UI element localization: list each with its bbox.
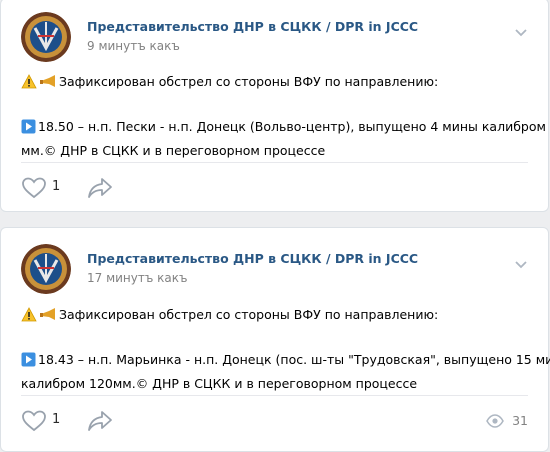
- post-line-1: Зафиксирован обстрел со стороны ВФУ по н…: [59, 74, 439, 89]
- post-card: Представительство ДНР в СЦКК / DPR in JC…: [0, 227, 550, 452]
- post-card: Представительство ДНР в СЦКК / DPR in JC…: [0, 0, 550, 212]
- post-line-2: 18.50 – н.п. Пески - н.п. Донецк (Вольво…: [38, 119, 550, 134]
- chevron-down-icon[interactable]: [514, 254, 528, 269]
- chevron-down-icon[interactable]: [514, 22, 528, 37]
- post-time[interactable]: 9 минутъ какъ: [87, 39, 180, 53]
- play-button-emoji: [21, 352, 36, 373]
- like-count: 1: [52, 412, 61, 427]
- author-avatar[interactable]: [21, 244, 71, 294]
- heart-icon[interactable]: [21, 409, 47, 433]
- share-icon[interactable]: [87, 409, 113, 433]
- like-count: 1: [52, 179, 61, 194]
- bugle-emoji: [39, 74, 57, 95]
- heart-icon[interactable]: [21, 176, 47, 200]
- author-name[interactable]: Представительство ДНР в СЦКК / DPR in JC…: [87, 19, 418, 34]
- warning-emoji: [21, 307, 37, 328]
- eye-icon: [486, 413, 504, 428]
- post-line-2: 18.43 – н.п. Марьинка - н.п. Донецк (пос…: [38, 352, 550, 367]
- share-icon[interactable]: [87, 176, 113, 200]
- view-count: 31: [512, 413, 528, 428]
- post-line-3: калибром 120мм.© ДНР в СЦКК и в перегово…: [21, 376, 418, 391]
- post-line-1: Зафиксирован обстрел со стороны ВФУ по н…: [59, 307, 439, 322]
- bugle-emoji: [39, 307, 57, 328]
- divider: [21, 162, 528, 163]
- play-button-emoji: [21, 119, 36, 140]
- divider: [21, 395, 528, 396]
- post-text: Зафиксирован обстрел со стороны ВФУ по н…: [21, 304, 550, 394]
- post-line-3: мм.© ДНР в СЦКК и в переговорном процесс…: [21, 143, 326, 158]
- author-avatar[interactable]: [21, 12, 71, 62]
- post-text: Зафиксирован обстрел со стороны ВФУ по н…: [21, 71, 550, 161]
- post-time[interactable]: 17 минутъ какъ: [87, 271, 188, 285]
- warning-emoji: [21, 74, 37, 95]
- author-name[interactable]: Представительство ДНР в СЦКК / DPR in JC…: [87, 251, 418, 266]
